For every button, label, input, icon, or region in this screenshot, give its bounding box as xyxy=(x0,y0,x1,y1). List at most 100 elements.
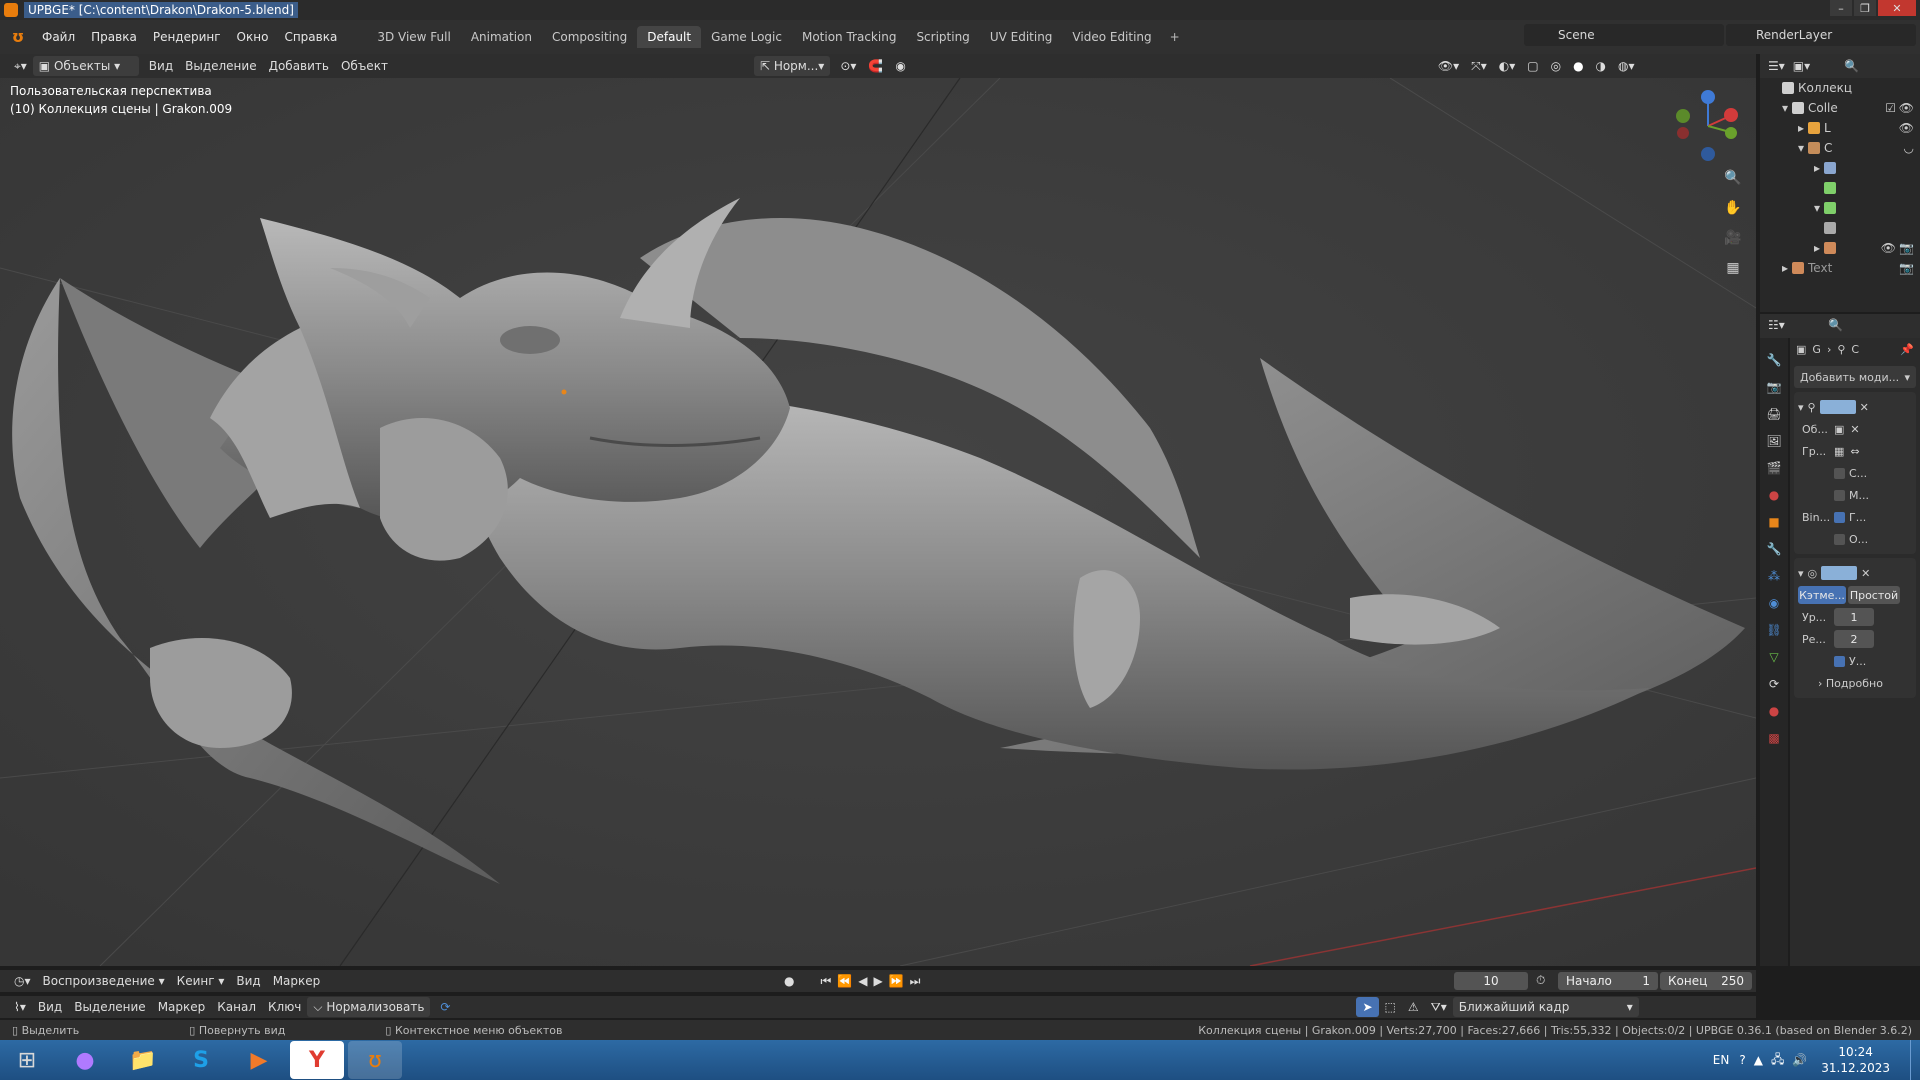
properties-search-icon[interactable]: 🔍 xyxy=(1828,318,1843,332)
refresh-icon[interactable]: ⟳ xyxy=(434,997,456,1017)
add-modifier-dropdown[interactable]: Добавить моди... ▾ xyxy=(1794,366,1916,388)
blender-logo-icon[interactable]: ʊ xyxy=(8,27,28,47)
checkbox-checked[interactable] xyxy=(1834,511,1845,523)
modifier-header[interactable]: ▾ ⚲ ✕ xyxy=(1798,396,1912,418)
tab-game-logic[interactable]: Game Logic xyxy=(701,26,792,48)
viewport-menu-add[interactable]: Добавить xyxy=(263,56,335,76)
simple-button[interactable]: Простой xyxy=(1848,586,1900,604)
pan-hand-icon[interactable]: ✋ xyxy=(1722,198,1744,218)
proportional-edit-icon[interactable]: ◉ xyxy=(889,56,911,76)
play-reverse-icon[interactable]: ◀ xyxy=(858,974,867,988)
current-frame-field[interactable]: 10 xyxy=(1454,972,1528,990)
media-player-icon[interactable]: ▶ xyxy=(232,1041,286,1079)
prev-keyframe-icon[interactable]: ⏪ xyxy=(837,974,852,988)
help-icon[interactable]: ? xyxy=(1739,1053,1745,1067)
checkbox[interactable] xyxy=(1834,489,1845,501)
upbge-taskbar-icon[interactable]: ʊ xyxy=(348,1041,402,1079)
eye-icon[interactable]: 👁 xyxy=(1899,121,1914,135)
play-icon[interactable]: ▶ xyxy=(873,974,882,988)
overlay-toggle-icon[interactable]: ◐▾ xyxy=(1493,56,1522,76)
tab-animation[interactable]: Animation xyxy=(461,26,542,48)
camera-icon[interactable]: 📷 xyxy=(1899,241,1914,255)
language-indicator[interactable]: EN xyxy=(1713,1053,1730,1067)
expand-arrow-icon[interactable]: ▾ xyxy=(1798,141,1808,155)
optimal-display-row[interactable]: У... xyxy=(1798,650,1912,672)
tab-default[interactable]: Default xyxy=(637,26,702,48)
alice-app-icon[interactable]: ● xyxy=(58,1041,112,1079)
jump-start-icon[interactable]: ⏮ xyxy=(820,974,831,989)
xray-icon[interactable]: ▢ xyxy=(1521,56,1544,76)
shading-solid-icon[interactable]: ● xyxy=(1567,56,1589,76)
camera-view-icon[interactable]: 🎥 xyxy=(1722,228,1744,248)
outliner-row[interactable] xyxy=(1760,178,1920,198)
close-icon[interactable]: ✕ xyxy=(1861,567,1870,580)
tray-expand-icon[interactable]: ▲ xyxy=(1754,1053,1763,1067)
scene-selector[interactable]: Scene xyxy=(1524,24,1724,46)
start-frame-field[interactable]: Начало 1 xyxy=(1558,972,1658,990)
checkbox-icon[interactable]: ☑ xyxy=(1885,101,1896,115)
box-select-icon[interactable]: ⬚ xyxy=(1379,997,1402,1017)
dopesheet-select-menu[interactable]: Выделение xyxy=(68,997,151,1017)
dopesheet-marker-menu[interactable]: Маркер xyxy=(152,997,212,1017)
network-icon[interactable]: 🖧 xyxy=(1771,1050,1784,1071)
object-picker-icon[interactable]: ▣ xyxy=(1834,423,1844,436)
checkbox-checked[interactable] xyxy=(1834,655,1845,667)
gizmo-neg-z-axis[interactable] xyxy=(1701,147,1715,161)
world-tab-icon[interactable]: ● xyxy=(1765,485,1783,505)
show-desktop-button[interactable] xyxy=(1910,1040,1920,1080)
jump-end-icon[interactable]: ⏭ xyxy=(910,974,921,989)
gizmo-z-axis[interactable] xyxy=(1701,90,1715,104)
shading-material-icon[interactable]: ◑ xyxy=(1590,56,1612,76)
yandex-browser-icon[interactable]: Y xyxy=(290,1041,344,1079)
outliner-row[interactable]: ▾ xyxy=(1760,198,1920,218)
editor-type-icon[interactable]: ⌖▾ xyxy=(8,56,33,76)
snap-icon[interactable]: 🧲 xyxy=(862,56,889,76)
outliner-row[interactable]: ▾ Colle ☑ 👁 xyxy=(1760,98,1920,118)
tab-video-editing[interactable]: Video Editing xyxy=(1062,26,1161,48)
scene-tab-icon[interactable]: 🎬 xyxy=(1765,458,1783,478)
expand-arrow-icon[interactable]: ▸ xyxy=(1798,121,1808,135)
warning-icon[interactable]: ⚠ xyxy=(1402,997,1425,1017)
normalize-toggle[interactable]: ⌵ Нормализовать xyxy=(307,997,431,1017)
particles-tab-icon[interactable]: ⁂ xyxy=(1765,566,1783,586)
multi-modifier-row[interactable]: М... xyxy=(1798,484,1912,506)
checkbox[interactable] xyxy=(1834,533,1845,545)
gizmo-neg-y-axis[interactable] xyxy=(1676,109,1690,123)
object-tab-icon[interactable]: ■ xyxy=(1765,512,1783,532)
menu-help[interactable]: Справка xyxy=(276,20,345,54)
viewport-menu-view[interactable]: Вид xyxy=(143,56,179,76)
dopesheet-view-menu[interactable]: Вид xyxy=(32,997,68,1017)
clock[interactable]: 10:24 31.12.2023 xyxy=(1821,1044,1890,1076)
close-icon[interactable]: ✕ xyxy=(1860,401,1869,414)
tab-3d-view-full[interactable]: 3D View Full xyxy=(367,26,461,48)
add-workspace-button[interactable]: + xyxy=(1162,20,1188,54)
snap-mode-dropdown[interactable]: Ближайший кадр ▾ xyxy=(1452,997,1639,1017)
outliner-row[interactable]: ▾ C ◡ xyxy=(1760,138,1920,158)
outliner-display-mode-icon[interactable]: ▣▾ xyxy=(1793,59,1810,73)
checkbox[interactable] xyxy=(1834,467,1845,479)
gizmo-toggle-icon[interactable]: ⤧▾ xyxy=(1465,56,1493,76)
playback-menu[interactable]: Воспроизведение ▾ xyxy=(37,971,171,991)
collapse-arrow-icon[interactable]: ▾ xyxy=(1798,567,1804,580)
expand-arrow-icon[interactable]: ▸ xyxy=(1814,241,1824,255)
record-icon[interactable]: ● xyxy=(784,974,794,988)
pivot-icon[interactable]: ⊙▾ xyxy=(834,56,862,76)
material-tab-icon[interactable]: ● xyxy=(1765,701,1783,721)
outliner-root-row[interactable]: Коллекц xyxy=(1760,78,1920,98)
orientation-dropdown[interactable]: ⇱ Норм... ▾ xyxy=(753,56,831,76)
expand-arrow-icon[interactable]: ▾ xyxy=(1814,201,1824,215)
view-layer-tab-icon[interactable]: 🖼 xyxy=(1765,431,1783,451)
tool-tab-icon[interactable]: 🔧 xyxy=(1765,350,1783,370)
filter-icon[interactable]: ⛛▾ xyxy=(1425,997,1453,1017)
expand-arrow-icon[interactable]: ▸ xyxy=(1782,261,1792,275)
timeline-view-menu[interactable]: Вид xyxy=(230,971,266,991)
invert-icon[interactable]: ⇔ xyxy=(1850,445,1859,458)
outliner-editor-icon[interactable]: ☰▾ xyxy=(1768,59,1785,73)
cursor-select-icon[interactable]: ➤ xyxy=(1356,997,1379,1017)
menu-file[interactable]: Файл xyxy=(34,20,83,54)
dopesheet-editor-icon[interactable]: ⌇▾ xyxy=(8,997,32,1017)
clear-icon[interactable]: ✕ xyxy=(1850,423,1859,436)
skype-icon[interactable]: S xyxy=(174,1041,228,1079)
navigation-gizmo[interactable] xyxy=(1668,86,1748,166)
keying-menu[interactable]: Кеинг ▾ xyxy=(171,971,231,991)
